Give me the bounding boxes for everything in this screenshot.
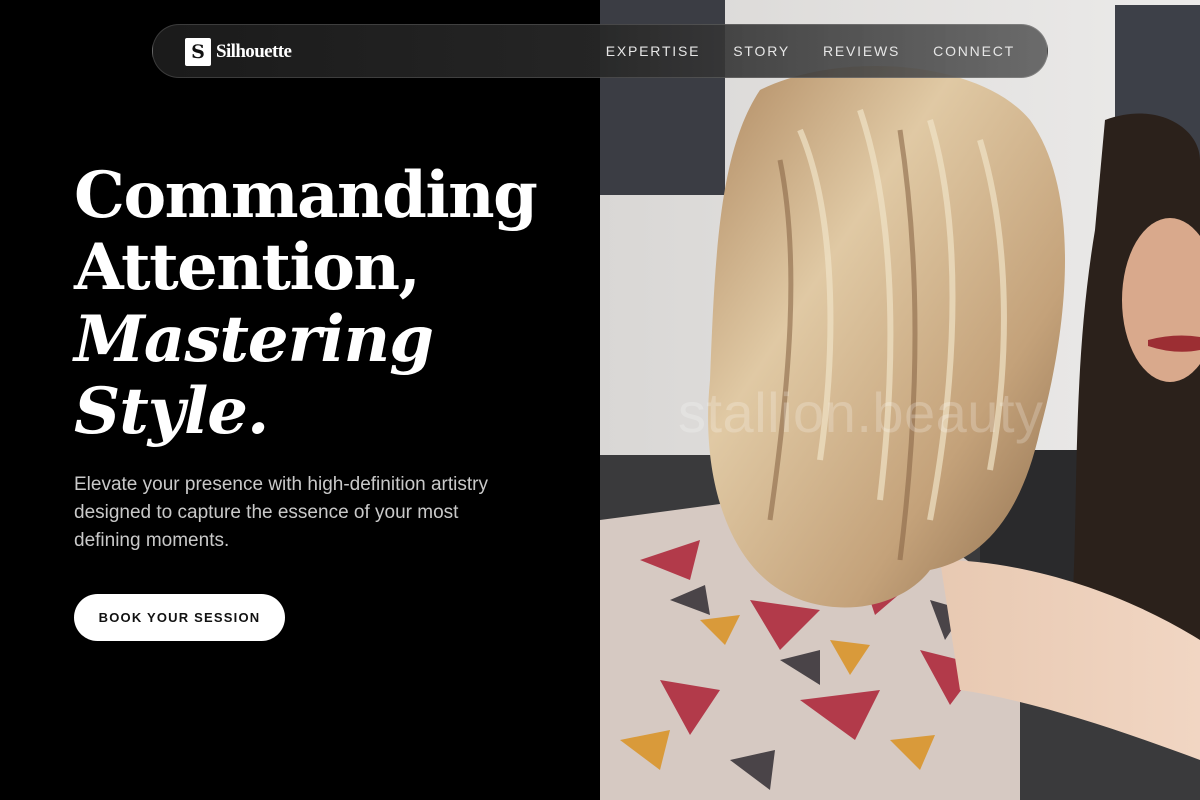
photo-watermark: stallion.beauty [678, 381, 1044, 444]
headline-line-3: Mastering [74, 302, 434, 377]
headline-line-4: Style. [74, 374, 269, 449]
headline-line-1: Commanding [74, 158, 538, 233]
brand-name: Silhouette [216, 41, 292, 62]
headline-line-2: Attention, [74, 230, 421, 305]
nav-link-expertise[interactable]: EXPERTISE [606, 43, 701, 59]
book-session-button[interactable]: BOOK YOUR SESSION [74, 594, 285, 641]
nav-link-story[interactable]: STORY [733, 43, 790, 59]
nav-links: EXPERTISE STORY REVIEWS CONNECT [573, 25, 1015, 77]
nav-link-connect[interactable]: CONNECT [933, 43, 1015, 59]
logo-mark-icon: S [185, 38, 211, 66]
top-navbar: S Silhouette EXPERTISE STORY REVIEWS CON… [152, 24, 1048, 78]
hero-headline: Commanding Attention, Mastering Style. [74, 158, 538, 449]
hero-photo: stallion.beauty [600, 0, 1200, 800]
brand-logo[interactable]: S Silhouette [185, 37, 292, 67]
nav-link-reviews[interactable]: REVIEWS [823, 43, 900, 59]
hero-subtitle: Elevate your presence with high-definiti… [74, 474, 488, 551]
